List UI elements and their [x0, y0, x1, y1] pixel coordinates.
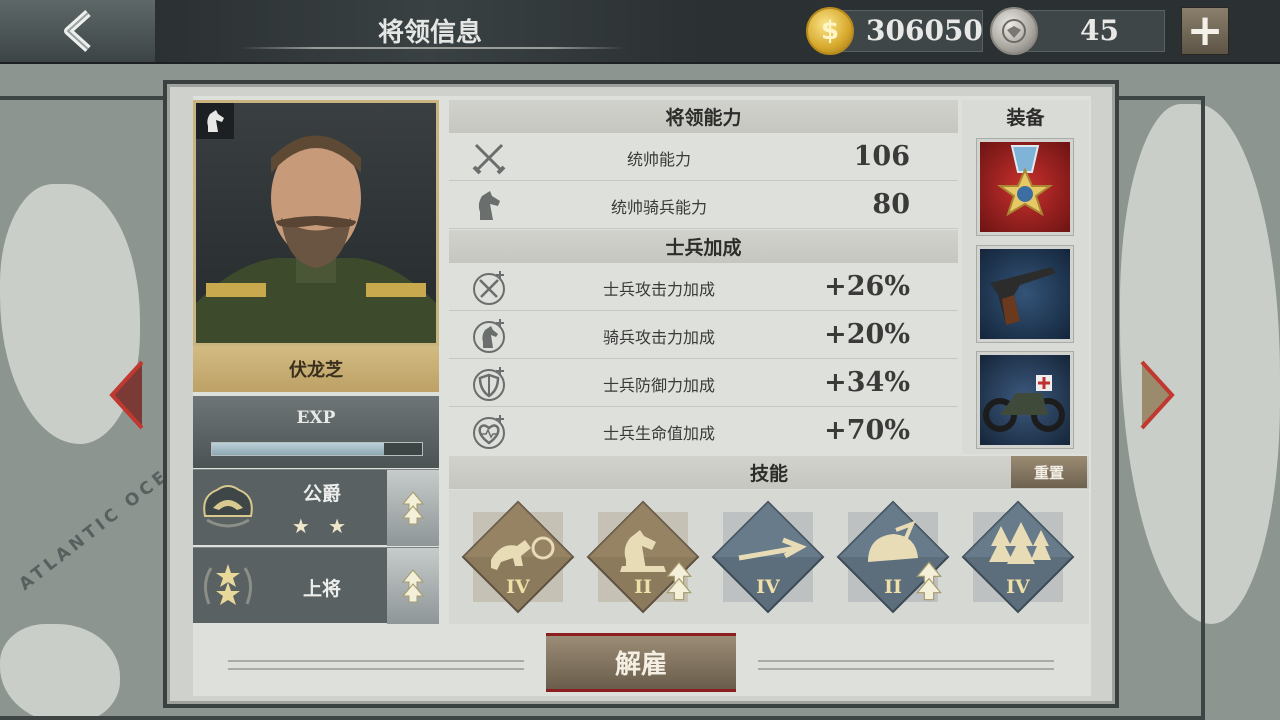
reset-skills-button[interactable]: 重置 — [1011, 456, 1087, 488]
exp-bar-fill — [212, 443, 385, 455]
attack-plus-icon — [473, 271, 505, 305]
equipment-slot-pistol[interactable] — [977, 246, 1073, 342]
stat-row-cavalry-command: 统帅骑兵能力 80 — [449, 182, 958, 229]
stat-label: 统帅骑兵能力 — [610, 198, 707, 217]
knight-class-icon — [207, 110, 224, 132]
back-button[interactable] — [0, 0, 155, 62]
stat-value: +70% — [824, 415, 910, 446]
skill-upgrade-arrow-icon — [916, 561, 942, 601]
skill-slot[interactable]: IV — [461, 500, 575, 614]
pistol-icon — [990, 267, 1056, 325]
command-ability-header: 将领能力 — [449, 100, 958, 133]
cavalry-plus-icon — [473, 319, 505, 353]
skill-level: IV — [1006, 576, 1030, 598]
soldier-bonus-header: 士兵加成 — [449, 230, 958, 263]
nobility-title: 公爵 — [302, 483, 341, 505]
skill-slot[interactable]: II — [836, 500, 950, 614]
decorative-divider — [758, 660, 1054, 670]
class-badge — [196, 103, 234, 139]
page-title: 将领信息 — [377, 18, 482, 48]
equipment-slot-motorcycle[interactable] — [977, 352, 1073, 448]
upgrade-nobility-button[interactable] — [387, 470, 439, 546]
decorative-divider — [228, 660, 524, 670]
add-currency-button[interactable]: + — [1181, 7, 1229, 55]
stat-label: 统帅能力 — [626, 150, 691, 169]
military-rank-row: 上将 — [193, 547, 439, 624]
general-name: 伏龙芝 — [193, 346, 439, 392]
stat-value: +34% — [824, 367, 910, 398]
stat-value: +20% — [824, 319, 910, 350]
stat-row-defense: 士兵防御力加成 +34% — [449, 360, 958, 407]
knight-horse-icon — [478, 191, 500, 220]
heart-plus-icon — [473, 415, 505, 449]
dismiss-general-button[interactable]: 解雇 — [546, 633, 736, 692]
double-up-arrow-icon — [402, 569, 424, 603]
stat-value: 80 — [872, 189, 910, 220]
skill-level: IV — [756, 576, 780, 598]
stat-row-soldier-attack: 士兵攻击力加成 +26% — [449, 264, 958, 311]
stat-label: 士兵生命值加成 — [602, 424, 715, 443]
stat-label: 士兵防御力加成 — [602, 376, 715, 395]
title-underline — [240, 47, 625, 49]
previous-general-arrow-icon[interactable] — [108, 360, 144, 430]
skill-upgrade-arrow-icon — [666, 561, 692, 601]
top-bar: 将领信息 $ 306050 45 + — [0, 0, 1280, 64]
stat-value: 106 — [853, 141, 910, 172]
nobility-stars: ★ ★ — [291, 514, 353, 538]
stat-label: 骑兵攻击力加成 — [602, 328, 715, 347]
next-general-arrow-icon[interactable] — [1140, 360, 1176, 430]
skill-level: IV — [506, 576, 530, 598]
motorcycle-icon — [983, 375, 1065, 432]
medal-icon — [996, 145, 1054, 217]
shield-plus-icon — [473, 367, 505, 401]
exp-bar — [211, 442, 423, 456]
upgrade-rank-button[interactable] — [387, 548, 439, 624]
skill-slot[interactable]: II — [586, 500, 700, 614]
exp-panel: EXP — [193, 396, 439, 468]
stat-row-health: 士兵生命值加成 +70% — [449, 408, 958, 455]
eagle-emblem-icon — [1002, 19, 1026, 43]
gold-coin-icon: $ — [806, 7, 854, 55]
skills-header: 技能 — [449, 456, 1089, 489]
stat-label: 士兵攻击力加成 — [602, 280, 715, 299]
military-rank-star-icon — [204, 564, 252, 605]
crossed-swords-icon — [472, 143, 506, 175]
general-portrait-image — [196, 135, 436, 343]
military-rank-title: 上将 — [302, 578, 341, 600]
stat-row-cavalry-attack: 骑兵攻击力加成 +20% — [449, 312, 958, 359]
plus-icon: + — [1186, 5, 1224, 56]
stat-value: +26% — [824, 271, 910, 302]
equipment-header: 装备 — [1006, 107, 1045, 129]
skill-slot[interactable]: IV — [711, 500, 825, 614]
medal-coin-icon — [990, 7, 1038, 55]
chevron-left-icon — [63, 10, 91, 52]
medal-amount: 45 — [1080, 14, 1119, 47]
skill-slot[interactable]: IV — [961, 500, 1075, 614]
gold-amount: 306050 — [866, 14, 983, 47]
nobility-helmet-icon — [203, 485, 253, 528]
nobility-row: 公爵 ★ ★ — [193, 469, 439, 546]
stat-row-command: 统帅能力 106 — [449, 134, 958, 181]
equipment-slot-medal[interactable] — [977, 139, 1073, 235]
exp-label: EXP — [296, 408, 336, 428]
double-up-arrow-icon — [402, 491, 424, 525]
